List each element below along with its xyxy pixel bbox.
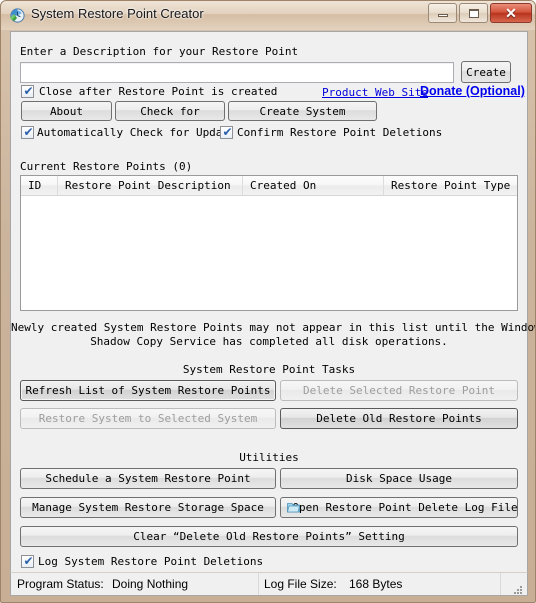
checkmark-icon: ✔ (222, 125, 233, 139)
column-header-id[interactable]: ID (21, 176, 58, 195)
log-file-size-value: 168 Bytes (349, 577, 403, 591)
donate-link[interactable]: Donate (Optional) (420, 84, 525, 98)
restore-point-clock-icon (9, 7, 26, 24)
check-for-updates-button[interactable]: Check for (115, 101, 225, 121)
schedule-restore-point-button[interactable]: Schedule a System Restore Point (20, 468, 276, 489)
log-deletions-label: Log System Restore Point Deletions (38, 555, 264, 568)
close-button[interactable]: ✕ (490, 3, 532, 23)
confirm-deletions-checkbox[interactable]: ✔ (220, 126, 233, 139)
maximize-icon (460, 4, 487, 22)
status-divider (258, 573, 259, 595)
auto-check-updates-checkbox[interactable]: ✔ (21, 126, 34, 139)
open-delete-log-file-label: Open Restore Point Delete Log File (292, 501, 518, 514)
log-deletions-checkbox[interactable]: ✔ (21, 555, 34, 568)
minimize-button[interactable] (428, 3, 457, 23)
confirm-deletions-label: Confirm Restore Point Deletions (237, 126, 443, 139)
program-status-value: Doing Nothing (112, 577, 189, 591)
manage-storage-space-button[interactable]: Manage System Restore Storage Space (20, 497, 276, 518)
list-header-row: ID Restore Point Description Created On … (21, 176, 517, 196)
close-after-checkbox-label: Close after Restore Point is created (39, 85, 278, 98)
checkmark-icon: ✔ (23, 554, 34, 568)
delete-selected-restore-point-button[interactable]: Delete Selected Restore Point (280, 380, 518, 401)
maximize-button[interactable] (459, 3, 488, 23)
create-button[interactable]: Create (461, 61, 511, 83)
log-file-icon (287, 501, 300, 513)
status-bar: Program Status: Doing Nothing Log File S… (10, 572, 528, 596)
close-after-checkbox[interactable]: ✔ (21, 85, 34, 98)
clear-delete-old-setting-button[interactable]: Clear “Delete Old Restore Points” Settin… (20, 526, 518, 547)
restore-points-list[interactable]: ID Restore Point Description Created On … (20, 175, 518, 311)
create-system-button[interactable]: Create System (228, 101, 377, 121)
current-restore-points-label: Current Restore Points (0) (20, 160, 193, 173)
about-button[interactable]: About (21, 101, 112, 121)
delete-old-restore-points-button[interactable]: Delete Old Restore Points (280, 408, 518, 429)
auto-check-updates-label: Automatically Check for Updat (37, 126, 221, 139)
application-window: System Restore Point Creator ✕ Enter a D… (0, 0, 536, 603)
title-bar[interactable]: System Restore Point Creator ✕ (1, 1, 535, 30)
description-input[interactable] (20, 62, 454, 83)
checkmark-icon: ✔ (23, 84, 34, 98)
column-header-description[interactable]: Restore Point Description (58, 176, 243, 195)
resize-grip-icon[interactable] (512, 581, 524, 594)
window-title: System Restore Point Creator (31, 6, 204, 21)
restore-system-button[interactable]: Restore System to Selected System (20, 408, 276, 429)
column-header-created-on[interactable]: Created On (243, 176, 384, 195)
minimize-icon (429, 4, 456, 22)
close-icon: ✕ (505, 5, 517, 21)
checkmark-icon: ✔ (23, 125, 34, 139)
log-file-size-label: Log File Size: (264, 577, 337, 591)
disk-space-usage-button[interactable]: Disk Space Usage (280, 468, 518, 489)
open-delete-log-file-button[interactable]: Open Restore Point Delete Log File (280, 497, 518, 518)
refresh-list-button[interactable]: Refresh List of System Restore Points (20, 380, 276, 401)
description-label: Enter a Description for your Restore Poi… (20, 45, 299, 58)
product-web-site-link[interactable]: Product Web Site (322, 86, 428, 99)
column-header-type[interactable]: Restore Point Type (384, 176, 517, 195)
status-divider-2 (500, 573, 501, 595)
program-status-label: Program Status: (17, 577, 104, 591)
list-body[interactable] (21, 196, 517, 310)
